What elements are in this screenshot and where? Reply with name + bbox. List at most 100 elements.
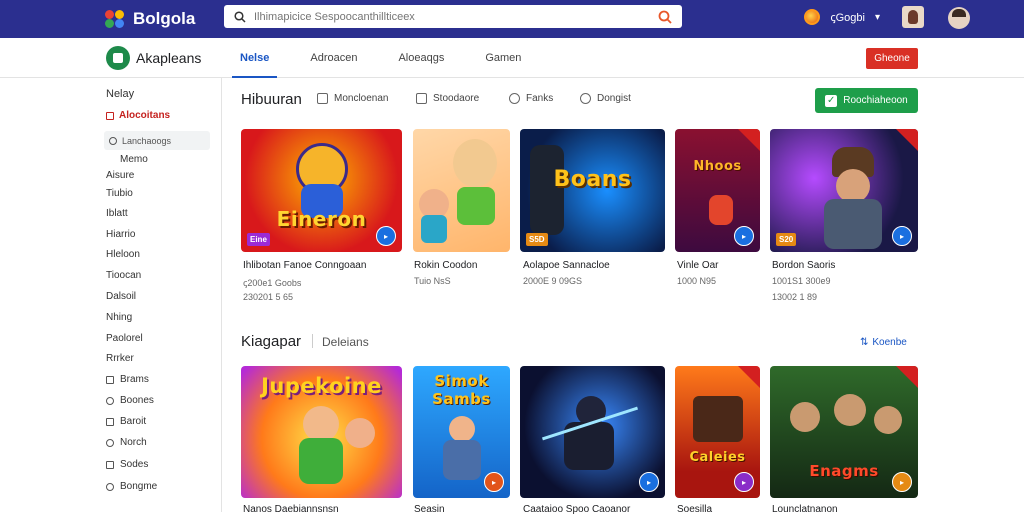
gear-icon: [106, 396, 114, 405]
game-card[interactable]: Nhoos ▸: [675, 129, 760, 252]
sidebar-item-boones[interactable]: Boones: [106, 395, 154, 406]
sidebar-item[interactable]: Nhing: [106, 312, 132, 323]
game-card[interactable]: Enagms ▸: [770, 366, 918, 498]
puzzle-icon: [509, 93, 520, 104]
sidebar-item-label: Boones: [120, 395, 154, 406]
section-subtitle[interactable]: Deleians: [322, 335, 369, 349]
game-card[interactable]: Caleies ▸: [675, 366, 760, 498]
sidebar-item[interactable]: Hleloon: [106, 249, 140, 260]
brand-name: Bolgola: [133, 9, 196, 28]
sidebar-item-label: Norch: [120, 437, 147, 448]
play-icon[interactable]: ▸: [892, 472, 912, 492]
sort-icon: ⇅: [860, 337, 869, 348]
game-title[interactable]: Rokin Coodon: [414, 260, 477, 271]
sidebar-item-brams[interactable]: Brams: [106, 374, 149, 385]
play-icon[interactable]: ▸: [376, 226, 396, 246]
brand-logo-icon: [105, 10, 127, 28]
card-art-title: Jupekoine: [261, 374, 382, 398]
game-meta: 1000 N95: [677, 276, 717, 286]
sidebar-item[interactable]: Tiubio: [106, 188, 133, 199]
game-title[interactable]: Lounclatnanon: [772, 504, 838, 515]
tab-adroacen[interactable]: Adroacen: [302, 38, 365, 78]
search-submit-icon[interactable]: [658, 10, 672, 24]
sidebar-item[interactable]: Memo: [120, 154, 148, 165]
game-card[interactable]: ▸: [520, 366, 665, 498]
box-icon: [416, 93, 427, 104]
user-label[interactable]: ꞔGogbi: [830, 10, 865, 25]
sidebar-item-bongme[interactable]: Bongme: [106, 481, 157, 492]
tab-gamen[interactable]: Gamen: [477, 38, 529, 78]
sidebar-item[interactable]: Dalsoil: [106, 291, 136, 302]
game-meta: 230201 5 65: [243, 292, 294, 302]
game-card[interactable]: Simok Sambs ▸: [413, 366, 510, 498]
sidebar-item[interactable]: Tioocan: [106, 270, 141, 281]
sidebar-heading: Nelay: [106, 88, 135, 100]
sidebar-item-sodes[interactable]: Sodes: [106, 459, 148, 470]
sidebar-item-label: Sodes: [120, 459, 149, 470]
sidebar-search[interactable]: Lanchaoogs: [104, 131, 210, 150]
play-icon[interactable]: ▸: [734, 472, 754, 492]
sidebar-item-baroit[interactable]: Baroit: [106, 416, 146, 427]
profile-avatar[interactable]: [948, 7, 970, 29]
tab-aloeaqgs[interactable]: Aloeaqgs: [390, 38, 452, 78]
game-title[interactable]: Aolapoe Sannacloe: [523, 260, 610, 271]
game-title[interactable]: Ihlibotan Fanoe Conngoaan: [243, 260, 366, 271]
primary-action-button[interactable]: ✓ Roochiaheoon: [815, 88, 918, 113]
sidebar-item[interactable]: Iblatt: [106, 208, 128, 219]
tab-bar: Nelse Adroacen Aloeaqgs Gamen: [232, 38, 554, 78]
tab-nelse[interactable]: Nelse: [232, 38, 278, 78]
sidebar-item-norch[interactable]: Norch: [106, 437, 147, 448]
game-card[interactable]: Eineron Eine ▸: [241, 129, 402, 252]
see-all-link[interactable]: ⇅ Koenbe: [860, 337, 907, 348]
sidebar-item[interactable]: Rrrker: [106, 353, 134, 364]
card-art-title: Nhoos: [693, 159, 742, 174]
sidebar-item-active[interactable]: Alocoitans: [106, 110, 170, 121]
coin-icon[interactable]: [804, 9, 821, 25]
game-title[interactable]: Seasin: [414, 504, 445, 515]
corner-ribbon: [896, 366, 918, 388]
game-title[interactable]: Soesilla: [677, 504, 712, 515]
chevron-down-icon[interactable]: ▾: [875, 12, 880, 23]
game-card[interactable]: Jupekoine: [241, 366, 402, 498]
card-badge: S5D: [526, 233, 548, 246]
game-title[interactable]: Bordon Saoris: [772, 260, 835, 271]
divider: [312, 334, 313, 348]
circle-icon: [106, 438, 114, 447]
game-meta: 1001S1 300e9: [772, 276, 831, 286]
sidebar-item[interactable]: Hiarrio: [106, 229, 135, 240]
game-title[interactable]: Caataioo Spoo Caoanor: [523, 504, 630, 515]
sidebar: Nelay Alocoitans Lanchaoogs Memo Aisure …: [98, 78, 222, 512]
sidebar-item[interactable]: Paolorel: [106, 333, 143, 344]
game-title[interactable]: Nanos Daebiannsnsn: [243, 504, 339, 515]
card-art-title: Eineron: [276, 207, 367, 231]
sidebar-item-label: Bongme: [120, 481, 158, 492]
filter-dongist[interactable]: Dongist: [580, 93, 631, 104]
folder-icon: [106, 417, 114, 426]
filter-label: Stoodaore: [433, 93, 480, 104]
search-input[interactable]: [254, 10, 658, 23]
filter-moncloenan[interactable]: Moncloenan: [317, 93, 388, 104]
game-card[interactable]: [413, 129, 510, 252]
filter-label: Dongist: [597, 93, 631, 104]
play-icon[interactable]: ▸: [892, 226, 912, 246]
filter-label: Fanks: [526, 93, 554, 104]
game-meta: ꞔ200e1 Goobs: [243, 278, 302, 288]
top-bar: Bolgola ꞔGogbi ▾: [0, 0, 1024, 38]
filter-fanks[interactable]: Fanks: [509, 93, 553, 104]
see-all-label: Koenbe: [872, 337, 907, 348]
game-card[interactable]: S20 ▸: [770, 129, 918, 252]
sidebar-item-label: Baroit: [120, 416, 147, 427]
filter-stoodaore[interactable]: Stoodaore: [416, 93, 479, 104]
play-icon[interactable]: ▸: [639, 472, 659, 492]
game-card[interactable]: Boans S5D: [520, 129, 665, 252]
account-area: ꞔGogbi ▾: [804, 6, 970, 29]
play-icon[interactable]: ▸: [484, 472, 504, 492]
brand-logo[interactable]: Bolgola: [105, 9, 195, 29]
avatar[interactable]: [902, 6, 924, 28]
game-title[interactable]: Vinle Oar: [677, 260, 719, 271]
search-bar[interactable]: [224, 5, 682, 28]
sidebar-item[interactable]: Aisure: [106, 170, 134, 181]
play-icon[interactable]: ▸: [734, 226, 754, 246]
sidebar-item-label: Alocoitans: [119, 110, 171, 121]
header-action-button[interactable]: Gheone: [866, 48, 918, 69]
